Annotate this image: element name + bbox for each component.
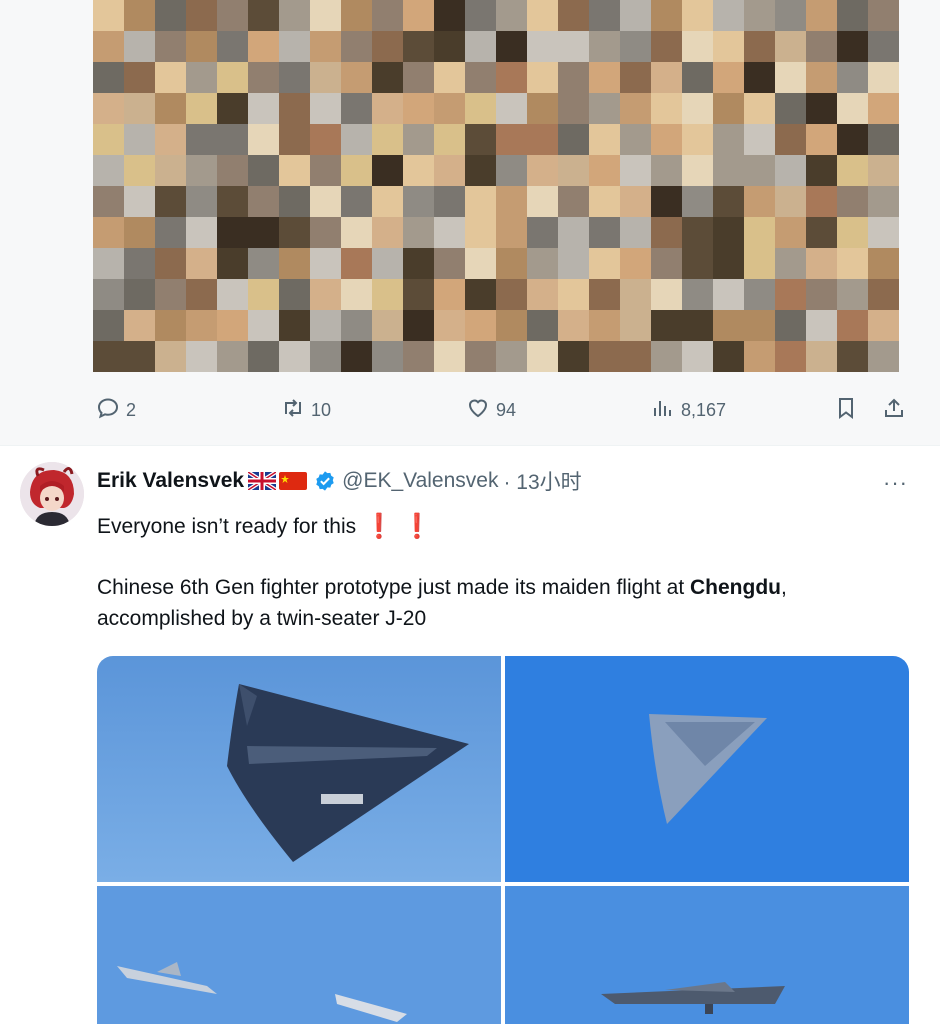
like-icon	[466, 396, 490, 425]
like-button[interactable]: 94	[466, 392, 516, 428]
previous-tweet: 2 10 94 8,167	[0, 0, 940, 445]
tweet-text-line1: Everyone isn’t ready for this ❗ ❗	[97, 512, 432, 541]
author-name[interactable]: Erik Valensvek	[97, 469, 244, 493]
tweet-action-bar: 2 10 94 8,167	[0, 392, 940, 428]
tweet-media-grid	[97, 656, 909, 1024]
share-button[interactable]	[882, 392, 906, 428]
share-icon	[882, 396, 906, 425]
reply-count: 2	[126, 399, 137, 420]
pixelated-media-image[interactable]	[93, 0, 899, 372]
view-count: 8,167	[681, 399, 727, 420]
tweet-text-lead: Everyone isn’t ready for this	[97, 514, 357, 538]
retweet-button[interactable]: 10	[281, 392, 331, 428]
retweet-count: 10	[311, 399, 332, 420]
tweet-header: Erik Valensvek @EK_Valensvek · 13小时	[97, 466, 582, 496]
media-photo-4[interactable]	[505, 886, 909, 1024]
media-photo-1[interactable]	[97, 656, 501, 882]
retweet-icon	[281, 396, 305, 425]
views-button[interactable]: 8,167	[651, 392, 726, 428]
tweet-time[interactable]: · 13小时	[503, 466, 581, 496]
media-photo-2[interactable]	[505, 656, 909, 882]
reply-icon	[96, 396, 120, 425]
china-flag-icon	[279, 472, 308, 490]
avatar[interactable]	[20, 462, 84, 526]
tweet-text-body: Chinese 6th Gen fighter prototype just m…	[97, 572, 907, 634]
bookmark-button[interactable]	[834, 392, 858, 428]
reply-button[interactable]: 2	[96, 392, 136, 428]
author-handle[interactable]: @EK_Valensvek	[342, 469, 498, 493]
views-icon	[651, 396, 675, 425]
tweet[interactable]: Erik Valensvek @EK_Valensvek · 13小时 ···	[0, 446, 940, 1024]
more-icon[interactable]: ···	[883, 470, 908, 496]
body-text-start: Chinese 6th Gen fighter prototype just m…	[97, 576, 690, 599]
like-count: 94	[496, 399, 517, 420]
body-location[interactable]: Chengdu	[690, 576, 781, 599]
exclamation-emoji: ❗	[364, 513, 395, 540]
verified-badge-icon	[314, 470, 336, 492]
exclamation-emoji: ❗	[402, 513, 432, 540]
uk-flag-icon	[248, 472, 277, 490]
media-photo-3[interactable]	[97, 886, 501, 1024]
author-flags	[248, 472, 308, 490]
bookmark-icon	[834, 396, 858, 425]
